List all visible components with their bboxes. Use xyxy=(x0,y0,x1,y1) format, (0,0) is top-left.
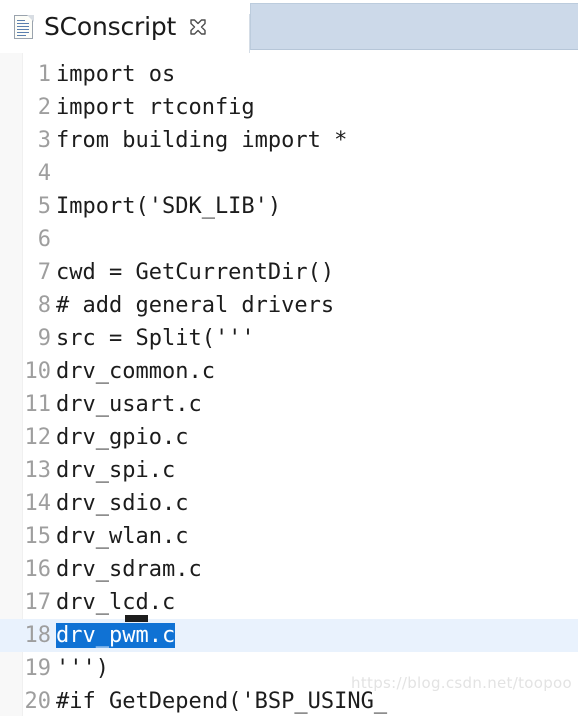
code-line[interactable]: 6 xyxy=(0,223,578,256)
line-content: drv_lcd.c xyxy=(56,590,176,615)
line-content: # add general drivers xyxy=(56,293,335,318)
line-content: #if GetDepend('BSP_USING_ xyxy=(56,689,388,714)
line-number: 4 xyxy=(37,161,51,186)
code-line[interactable]: 15 drv_wlan.c xyxy=(0,520,578,553)
code-line[interactable]: 14 drv_sdio.c xyxy=(0,487,578,520)
editor-tab-bar: SConscript xyxy=(0,0,578,53)
line-number: 12 xyxy=(24,425,52,450)
tab-sconscript[interactable]: SConscript xyxy=(0,0,250,53)
line-content: ''') xyxy=(56,656,109,681)
code-editor-window: SConscript 1 import os 2 import rtconfig… xyxy=(0,0,578,716)
code-line[interactable]: 3 from building import * xyxy=(0,124,578,157)
tab-bar-empty-area xyxy=(250,3,578,50)
text-caret xyxy=(125,615,148,622)
line-number: 16 xyxy=(24,557,52,582)
line-number: 13 xyxy=(24,458,52,483)
code-line[interactable]: 4 xyxy=(0,157,578,190)
file-document-icon xyxy=(14,14,34,39)
line-content: drv_sdio.c xyxy=(56,491,189,516)
line-number: 1 xyxy=(37,62,51,87)
code-line[interactable]: 12 drv_gpio.c xyxy=(0,421,578,454)
code-line[interactable]: 2 import rtconfig xyxy=(0,91,578,124)
close-x-icon[interactable] xyxy=(188,17,208,37)
line-content: drv_sdram.c xyxy=(56,557,202,582)
line-content: drv_spi.c xyxy=(56,458,176,483)
code-line[interactable]: 10 drv_common.c xyxy=(0,355,578,388)
code-line[interactable]: 1 import os xyxy=(0,58,578,91)
code-line-list: 1 import os 2 import rtconfig 3 from bui… xyxy=(0,58,578,716)
line-number: 11 xyxy=(24,392,52,417)
line-number: 5 xyxy=(37,194,51,219)
line-content: drv_gpio.c xyxy=(56,425,189,450)
line-content: src = Split(''' xyxy=(56,326,255,351)
line-content: import rtconfig xyxy=(56,95,255,120)
code-line[interactable]: 8 # add general drivers xyxy=(0,289,578,322)
code-line[interactable]: 11 drv_usart.c xyxy=(0,388,578,421)
code-line[interactable]: 17 drv_lcd.c xyxy=(0,586,578,619)
line-content: drv_usart.c xyxy=(56,392,202,417)
selected-text: drv_pwm.c xyxy=(56,623,176,648)
line-number: 7 xyxy=(37,260,51,285)
line-content: from building import * xyxy=(56,128,348,153)
line-number: 20 xyxy=(24,689,52,714)
line-number: 18 xyxy=(24,623,52,648)
line-number: 2 xyxy=(37,95,51,120)
code-line[interactable]: 5 Import('SDK_LIB') xyxy=(0,190,578,223)
line-number: 14 xyxy=(24,491,52,516)
line-content: drv_common.c xyxy=(56,359,215,384)
code-line[interactable]: 9 src = Split(''' xyxy=(0,322,578,355)
tab-label: SConscript xyxy=(44,12,177,41)
code-line[interactable]: 19 ''') xyxy=(0,652,578,685)
line-number: 6 xyxy=(37,227,51,252)
code-line[interactable]: 20 #if GetDepend('BSP_USING_ xyxy=(0,685,578,716)
line-number: 9 xyxy=(37,326,51,351)
line-content: drv_wlan.c xyxy=(56,524,189,549)
code-line-selected[interactable]: 18 drv_pwm.c xyxy=(0,615,578,652)
code-line[interactable]: 13 drv_spi.c xyxy=(0,454,578,487)
code-line[interactable]: 7 cwd = GetCurrentDir() xyxy=(0,256,578,289)
line-number: 17 xyxy=(24,590,52,615)
line-number: 10 xyxy=(24,359,52,384)
line-content: import os xyxy=(56,62,176,87)
line-number: 19 xyxy=(24,656,52,681)
line-number: 8 xyxy=(37,293,51,318)
line-content: cwd = GetCurrentDir() xyxy=(56,260,335,285)
line-number: 15 xyxy=(24,524,52,549)
line-content: Import('SDK_LIB') xyxy=(56,194,282,219)
code-editor-area[interactable]: 1 import os 2 import rtconfig 3 from bui… xyxy=(0,53,578,716)
line-number: 3 xyxy=(37,128,51,153)
line-content: drv_pwm.c xyxy=(56,619,176,652)
code-line[interactable]: 16 drv_sdram.c xyxy=(0,553,578,586)
